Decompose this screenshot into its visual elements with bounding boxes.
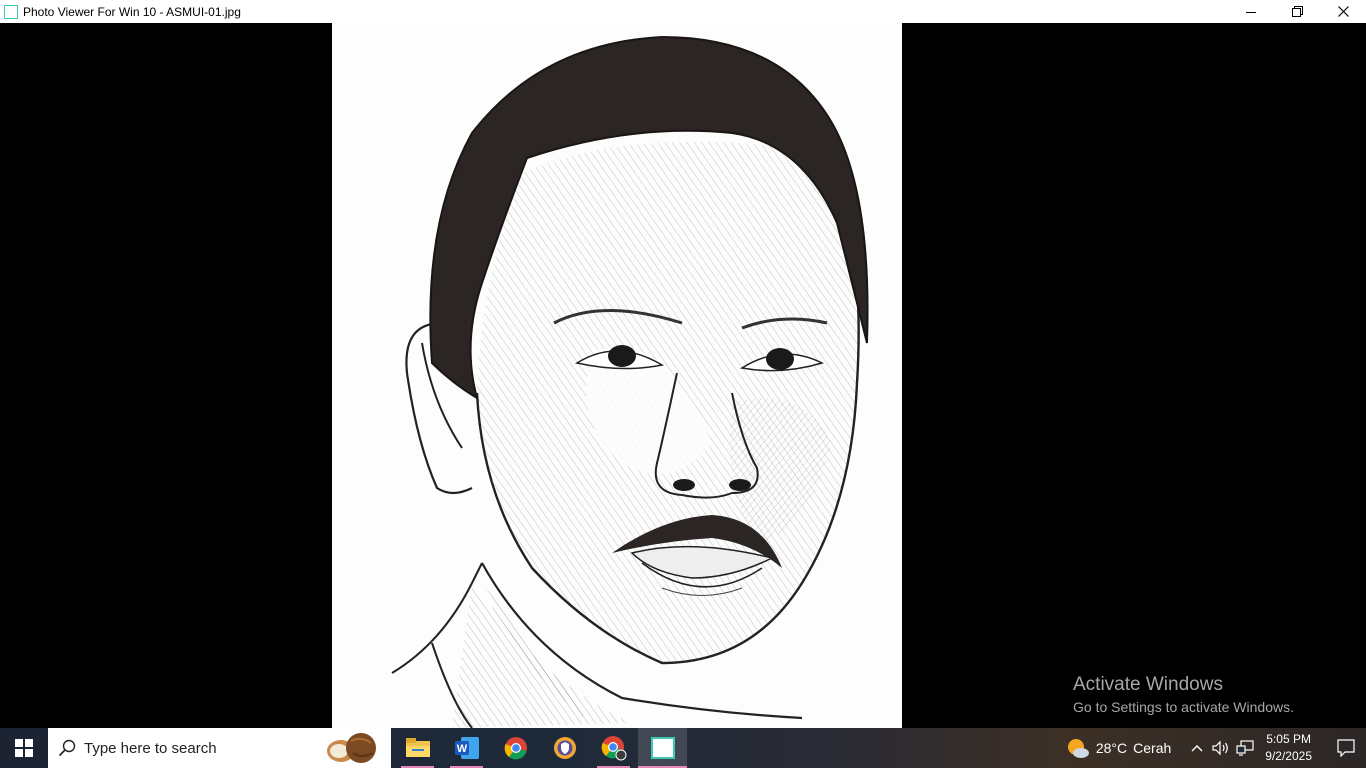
photo-viewer-icon [650,737,675,759]
taskbar: Type here to search W 28°C Cerah 5:05 PM… [0,728,1366,768]
coconut-highlight-icon [327,733,376,763]
weather-widget[interactable]: 28°C Cerah [1066,737,1171,759]
window-title: Photo Viewer For Win 10 - ASMUI-01.jpg [23,4,241,19]
displayed-photo [332,23,902,728]
chrome-profile-icon [601,736,626,761]
chrome-icon [504,737,527,760]
action-center-button[interactable] [1326,728,1366,768]
minimize-icon [1246,11,1256,13]
activate-windows-watermark: Activate Windows Go to Settings to activ… [1073,674,1294,717]
system-tray: 28°C Cerah 5:05 PM 9/2/2025 [1066,728,1366,768]
search-icon [58,739,76,757]
taskbar-clock[interactable]: 5:05 PM 9/2/2025 [1265,731,1312,765]
taskbar-app-chrome[interactable] [491,728,540,768]
weather-condition: Cerah [1133,740,1172,756]
weather-temp: 28°C [1095,740,1128,756]
taskbar-search-box[interactable]: Type here to search [48,728,391,768]
volume-button[interactable] [1209,740,1233,756]
file-explorer-icon [405,738,430,757]
vpn-shield-icon [553,737,576,759]
windows-logo-icon [15,739,33,757]
network-icon [1236,740,1254,756]
search-placeholder: Type here to search [84,739,217,757]
partly-sunny-icon [1067,739,1089,758]
svg-text:W: W [456,743,467,755]
taskbar-pinned-apps: W [393,728,687,768]
portrait-sketch [391,35,869,728]
taskbar-app-chrome-profile[interactable] [589,728,638,768]
title-bar: Photo Viewer For Win 10 - ASMUI-01.jpg [0,0,1366,23]
image-viewer-canvas[interactable]: Activate Windows Go to Settings to activ… [0,23,1366,728]
clock-date: 9/2/2025 [1265,749,1312,763]
taskbar-app-word[interactable]: W [442,728,491,768]
close-icon [1337,6,1349,17]
taskbar-app-photo-viewer[interactable] [638,728,687,768]
window-controls [1228,0,1366,23]
restore-icon [1291,6,1303,17]
notification-icon [1337,739,1355,757]
speaker-icon [1212,740,1229,756]
activate-title: Activate Windows [1073,674,1223,695]
taskbar-app-vpn[interactable] [540,728,589,768]
restore-button[interactable] [1274,0,1320,23]
minimize-button[interactable] [1228,0,1274,23]
activate-subtitle: Go to Settings to activate Windows. [1073,699,1294,715]
word-icon: W [454,737,479,759]
close-button[interactable] [1320,0,1366,23]
taskbar-app-file-explorer[interactable] [393,728,442,768]
clock-time: 5:05 PM [1266,732,1311,746]
chevron-up-icon [1191,745,1203,752]
start-button[interactable] [0,728,48,768]
network-button[interactable] [1233,740,1257,756]
photo-viewer-icon [4,4,18,19]
show-hidden-icons-button[interactable] [1185,744,1209,752]
